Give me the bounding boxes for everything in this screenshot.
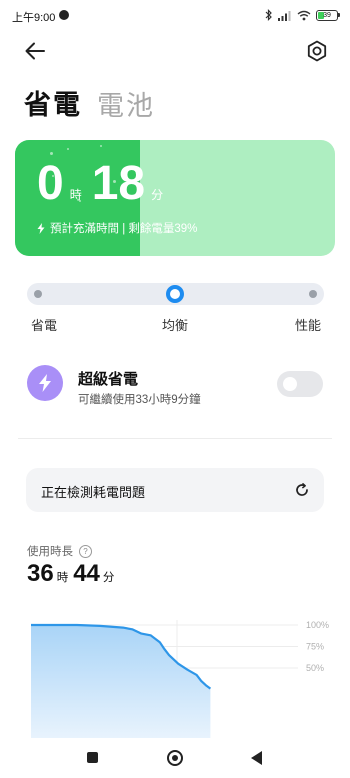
lightning-icon [39, 374, 51, 392]
usage-minutes-unit: 分 [102, 572, 115, 584]
mode-label-balanced[interactable]: 均衡 [162, 315, 188, 334]
status-time: 上午9:00 [12, 12, 56, 24]
wifi-icon [297, 10, 311, 20]
bluetooth-icon [265, 9, 272, 21]
detect-power-issues-button[interactable]: 正在檢測耗電問題 [26, 468, 324, 512]
usage-minutes: 44 [73, 560, 100, 587]
settings-hexagon-icon[interactable] [304, 38, 330, 64]
mode-dot-performance [309, 290, 317, 298]
performance-mode-slider[interactable] [27, 283, 324, 305]
mode-slider-thumb[interactable] [166, 285, 184, 303]
super-saver-icon [27, 365, 63, 401]
recents-button[interactable] [87, 752, 98, 763]
charge-minutes-unit: 分 [151, 188, 164, 202]
super-saver-title: 超級省電 [78, 371, 139, 388]
usage-hours-unit: 時 [56, 572, 69, 584]
toggle-knob [283, 377, 297, 391]
usage-time-label-text: 使用時長 [27, 546, 73, 558]
tab-power-saving[interactable]: 省電 [24, 83, 82, 122]
lightning-icon [37, 222, 45, 234]
y-tick-label: 50% [306, 663, 324, 673]
usage-time-label: 使用時長 ? [27, 543, 92, 559]
charge-hint-text: 預計充滿時間 | 剩餘電量39% [50, 223, 198, 235]
battery-status-card: 0 時 18 分 預計充滿時間 | 剩餘電量39% [15, 140, 335, 256]
charge-time-remaining: 0 時 18 分 [37, 158, 173, 210]
battery-level-chart: 100% 75% 50% [31, 620, 329, 738]
y-tick-label: 75% [306, 642, 324, 652]
help-icon[interactable]: ? [79, 544, 92, 558]
navigation-bar [0, 738, 350, 778]
divider [18, 438, 332, 439]
status-icons: 39 [265, 7, 340, 23]
detect-label: 正在檢測耗電問題 [41, 485, 146, 500]
tab-battery[interactable]: 電池 [97, 84, 155, 123]
super-saver-subtitle: 可繼續使用33小時9分鐘 [78, 394, 201, 406]
signal-icon [278, 10, 291, 21]
back-button[interactable] [251, 751, 262, 765]
usage-time-value: 36 時 44 分 [27, 560, 119, 588]
mode-dot-power-saving [34, 290, 42, 298]
charge-minutes: 18 [91, 157, 146, 210]
charge-hint: 預計充滿時間 | 剩餘電量39% [37, 220, 197, 236]
mode-label-power-saving[interactable]: 省電 [31, 315, 57, 334]
y-tick-label: 100% [306, 620, 329, 630]
home-button[interactable] [167, 750, 183, 766]
refresh-icon [296, 483, 308, 496]
charge-hours-unit: 時 [69, 188, 82, 202]
super-saver-toggle[interactable] [277, 371, 323, 397]
battery-area-fill [31, 625, 211, 738]
mode-label-performance[interactable]: 性能 [295, 315, 321, 334]
notification-dot [59, 10, 69, 20]
charge-hours: 0 [37, 157, 64, 210]
back-arrow-icon[interactable] [22, 38, 48, 64]
usage-hours: 36 [27, 560, 54, 587]
battery-icon: 39 [316, 9, 340, 21]
battery-level-text: 39 [323, 11, 331, 19]
